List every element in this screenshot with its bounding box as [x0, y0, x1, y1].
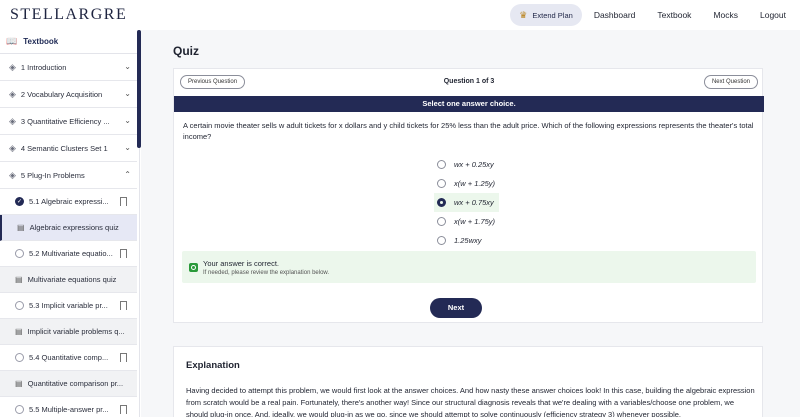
feedback-title: Your answer is correct.: [203, 259, 280, 268]
chevron-down-icon[interactable]: ⌄: [124, 89, 131, 98]
document-icon: ▤: [15, 275, 23, 284]
bookmark-icon[interactable]: [120, 301, 127, 310]
question-counter: Question 1 of 3: [443, 78, 495, 85]
chapter-label: 1 Introduction: [20, 62, 67, 72]
chapter-label: 5 Plug-In Problems: [20, 170, 85, 180]
quiz-label: Algebraic expressions quiz: [29, 223, 119, 232]
layers-icon: ◈: [9, 88, 16, 99]
next-question-button[interactable]: Next Question: [703, 75, 758, 89]
choice-label: x(w + 1.25y): [454, 179, 496, 188]
sidebar-chapter-3[interactable]: ◈ 3 Quantitative Efficiency ... ⌄: [0, 108, 137, 135]
sidebar-chapter-1[interactable]: ◈ 1 Introduction ⌄: [0, 54, 137, 81]
lesson-5-2[interactable]: 5.2 Multivariate equatio...: [0, 241, 137, 267]
layers-icon: ◈: [9, 169, 16, 180]
quiz-label: Implicit variable problems q...: [27, 327, 125, 336]
choice-label: wx + 0.25xy: [454, 160, 494, 169]
layers-icon: ◈: [9, 115, 16, 126]
correct-feedback: Your answer is correct. If needed, pleas…: [182, 251, 756, 283]
circle-icon: [15, 301, 24, 310]
sidebar-chapter-4[interactable]: ◈ 4 Semantic Clusters Set 1 ⌄: [0, 135, 137, 162]
bookmark-icon[interactable]: [120, 405, 127, 414]
radio-button[interactable]: [437, 179, 446, 188]
choice-label: wx + 0.75xy: [454, 198, 494, 207]
top-navbar: STELLARGRE ♛ Extend Plan Dashboard Textb…: [0, 0, 800, 30]
circle-icon: [15, 353, 24, 362]
radio-button[interactable]: [437, 217, 446, 226]
book-icon: 📖: [6, 36, 18, 46]
lesson-5-3[interactable]: 5.3 Implicit variable pr...: [0, 293, 137, 319]
quiz-label: Quantitative comparison pr...: [27, 379, 124, 388]
explanation-card: Explanation Having decided to attempt th…: [173, 346, 763, 417]
crown-icon: ♛: [519, 9, 528, 20]
extend-plan-label: Extend Plan: [532, 10, 573, 20]
radio-button-selected[interactable]: [437, 198, 446, 207]
check-icon: ✓: [15, 197, 24, 206]
logo[interactable]: STELLARGRE: [10, 6, 127, 24]
sidebar-header[interactable]: 📖 Textbook: [0, 30, 137, 54]
lesson-5-4[interactable]: 5.4 Quantitative comp...: [0, 345, 137, 371]
answer-choice[interactable]: 1.25wxy: [437, 231, 577, 250]
page-title: Quiz: [173, 44, 199, 58]
main-content: Quiz Previous Question Question 1 of 3 N…: [141, 30, 800, 417]
document-icon: ▤: [15, 379, 23, 388]
chevron-down-icon[interactable]: ⌄: [124, 116, 131, 125]
quiz-quantitative-comparison[interactable]: ▤ Quantitative comparison pr...: [0, 371, 137, 397]
sidebar-chapter-5[interactable]: ◈ 5 Plug-In Problems ⌃: [0, 162, 137, 189]
chevron-up-icon[interactable]: ⌃: [124, 170, 131, 179]
answer-choice[interactable]: x(w + 1.75y): [437, 212, 577, 231]
radio-button[interactable]: [437, 160, 446, 169]
answer-choices: wx + 0.25xy x(w + 1.25y) wx + 0.75xy x(w…: [434, 155, 577, 250]
success-icon: [189, 263, 198, 272]
instruction-banner: Select one answer choice.: [174, 96, 764, 112]
lesson-label: 5.2 Multivariate equatio...: [29, 249, 113, 258]
bookmark-icon[interactable]: [120, 249, 127, 258]
extend-plan-button[interactable]: ♛ Extend Plan: [510, 4, 582, 26]
nav-textbook[interactable]: Textbook: [657, 10, 691, 20]
quiz-label: Multivariate equations quiz: [27, 275, 117, 284]
question-nav: Previous Question Question 1 of 3 Next Q…: [174, 69, 764, 96]
nav-links: ♛ Extend Plan Dashboard Textbook Mocks L…: [510, 4, 786, 26]
circle-icon: [15, 405, 24, 414]
nav-dashboard[interactable]: Dashboard: [594, 10, 636, 20]
answer-choice-selected[interactable]: wx + 0.75xy: [434, 193, 499, 212]
document-icon: ▤: [17, 223, 25, 232]
quiz-multivariate-equations[interactable]: ▤ Multivariate equations quiz: [0, 267, 137, 293]
nav-logout[interactable]: Logout: [760, 10, 786, 20]
sidebar-chapter-2[interactable]: ◈ 2 Vocabulary Acquisition ⌄: [0, 81, 137, 108]
question-card: Previous Question Question 1 of 3 Next Q…: [173, 68, 764, 323]
lesson-5-5[interactable]: 5.5 Multiple-answer pr...: [0, 397, 137, 417]
bookmark-icon[interactable]: [120, 197, 127, 206]
circle-icon: [15, 249, 24, 258]
radio-button[interactable]: [437, 236, 446, 245]
explanation-text: Having decided to attempt this problem, …: [186, 386, 755, 417]
lesson-label: 5.5 Multiple-answer pr...: [29, 405, 109, 414]
lesson-label: 5.1 Algebraic expressi...: [29, 197, 109, 206]
choice-label: 1.25wxy: [454, 236, 482, 245]
quiz-implicit-variable[interactable]: ▤ Implicit variable problems q...: [0, 319, 137, 345]
explanation-title: Explanation: [186, 360, 240, 371]
answer-choice[interactable]: wx + 0.25xy: [437, 155, 577, 174]
chapter-label: 3 Quantitative Efficiency ...: [20, 116, 110, 126]
chapter-label: 2 Vocabulary Acquisition: [20, 89, 103, 99]
sidebar: 📖 Textbook ◈ 1 Introduction ⌄ ◈ 2 Vocabu…: [0, 30, 141, 417]
bookmark-icon[interactable]: [120, 353, 127, 362]
sidebar-header-label: Textbook: [23, 37, 59, 46]
chevron-down-icon[interactable]: ⌄: [124, 62, 131, 71]
chevron-down-icon[interactable]: ⌄: [124, 143, 131, 152]
answer-choice[interactable]: x(w + 1.25y): [437, 174, 577, 193]
quiz-algebraic-expressions[interactable]: ▤ Algebraic expressions quiz: [0, 215, 137, 241]
layers-icon: ◈: [9, 142, 16, 153]
document-icon: ▤: [15, 327, 23, 336]
lesson-label: 5.3 Implicit variable pr...: [29, 301, 108, 310]
chapter-label: 4 Semantic Clusters Set 1: [20, 143, 108, 153]
feedback-subtitle: If needed, please review the explanation…: [203, 270, 330, 276]
nav-mocks[interactable]: Mocks: [713, 10, 738, 20]
choice-label: x(w + 1.75y): [454, 217, 496, 226]
lesson-label: 5.4 Quantitative comp...: [29, 353, 109, 362]
layers-icon: ◈: [9, 61, 16, 72]
question-text: A certain movie theater sells w adult ti…: [183, 121, 754, 141]
next-button[interactable]: Next: [430, 298, 482, 318]
lesson-5-1[interactable]: ✓ 5.1 Algebraic expressi...: [0, 189, 137, 215]
